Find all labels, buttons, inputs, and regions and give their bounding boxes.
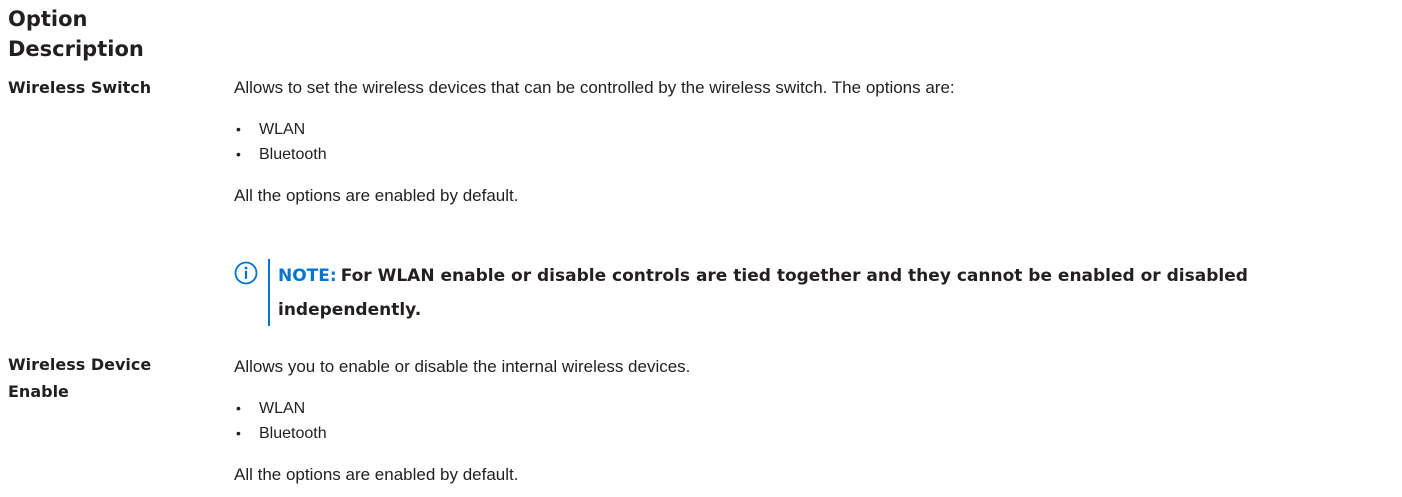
default-note-text: All the options are enabled by default.	[234, 186, 519, 205]
list-item: • Bluetooth	[234, 421, 1384, 446]
bullet-icon: •	[236, 121, 241, 137]
bullet-icon: •	[236, 425, 241, 441]
note-divider	[268, 259, 270, 326]
description-text: Allows you to enable or disable the inte…	[234, 357, 691, 376]
options-list: • WLAN • Bluetooth	[234, 117, 1384, 167]
option-label-wireless-switch: Wireless Switch	[8, 78, 152, 97]
note-body: For WLAN enable or disable controls are …	[278, 266, 1248, 320]
options-list: • WLAN • Bluetooth	[234, 396, 1384, 446]
bullet-icon: •	[236, 146, 241, 162]
column-header-description: Description	[8, 37, 144, 61]
note-label: NOTE:	[278, 266, 337, 286]
option-label-wireless-device-enable: Wireless Device Enable	[8, 355, 152, 401]
bullet-icon: •	[236, 400, 241, 416]
list-item: • WLAN	[234, 117, 1384, 142]
list-item: • WLAN	[234, 396, 1384, 421]
table-header: Option Description	[8, 4, 144, 64]
default-note-text: All the options are enabled by default.	[234, 465, 519, 484]
note-box: NOTE: For WLAN enable or disable controls…	[234, 259, 1384, 329]
description-wireless-switch: Allows to set the wireless devices that …	[234, 76, 1384, 208]
list-item: • Bluetooth	[234, 142, 1384, 167]
info-icon	[234, 261, 258, 285]
description-text: Allows to set the wireless devices that …	[234, 78, 955, 97]
description-wireless-device-enable: Allows you to enable or disable the inte…	[234, 355, 1384, 487]
note-text: NOTE: For WLAN enable or disable controls…	[278, 259, 1378, 327]
column-header-option: Option	[8, 7, 88, 31]
